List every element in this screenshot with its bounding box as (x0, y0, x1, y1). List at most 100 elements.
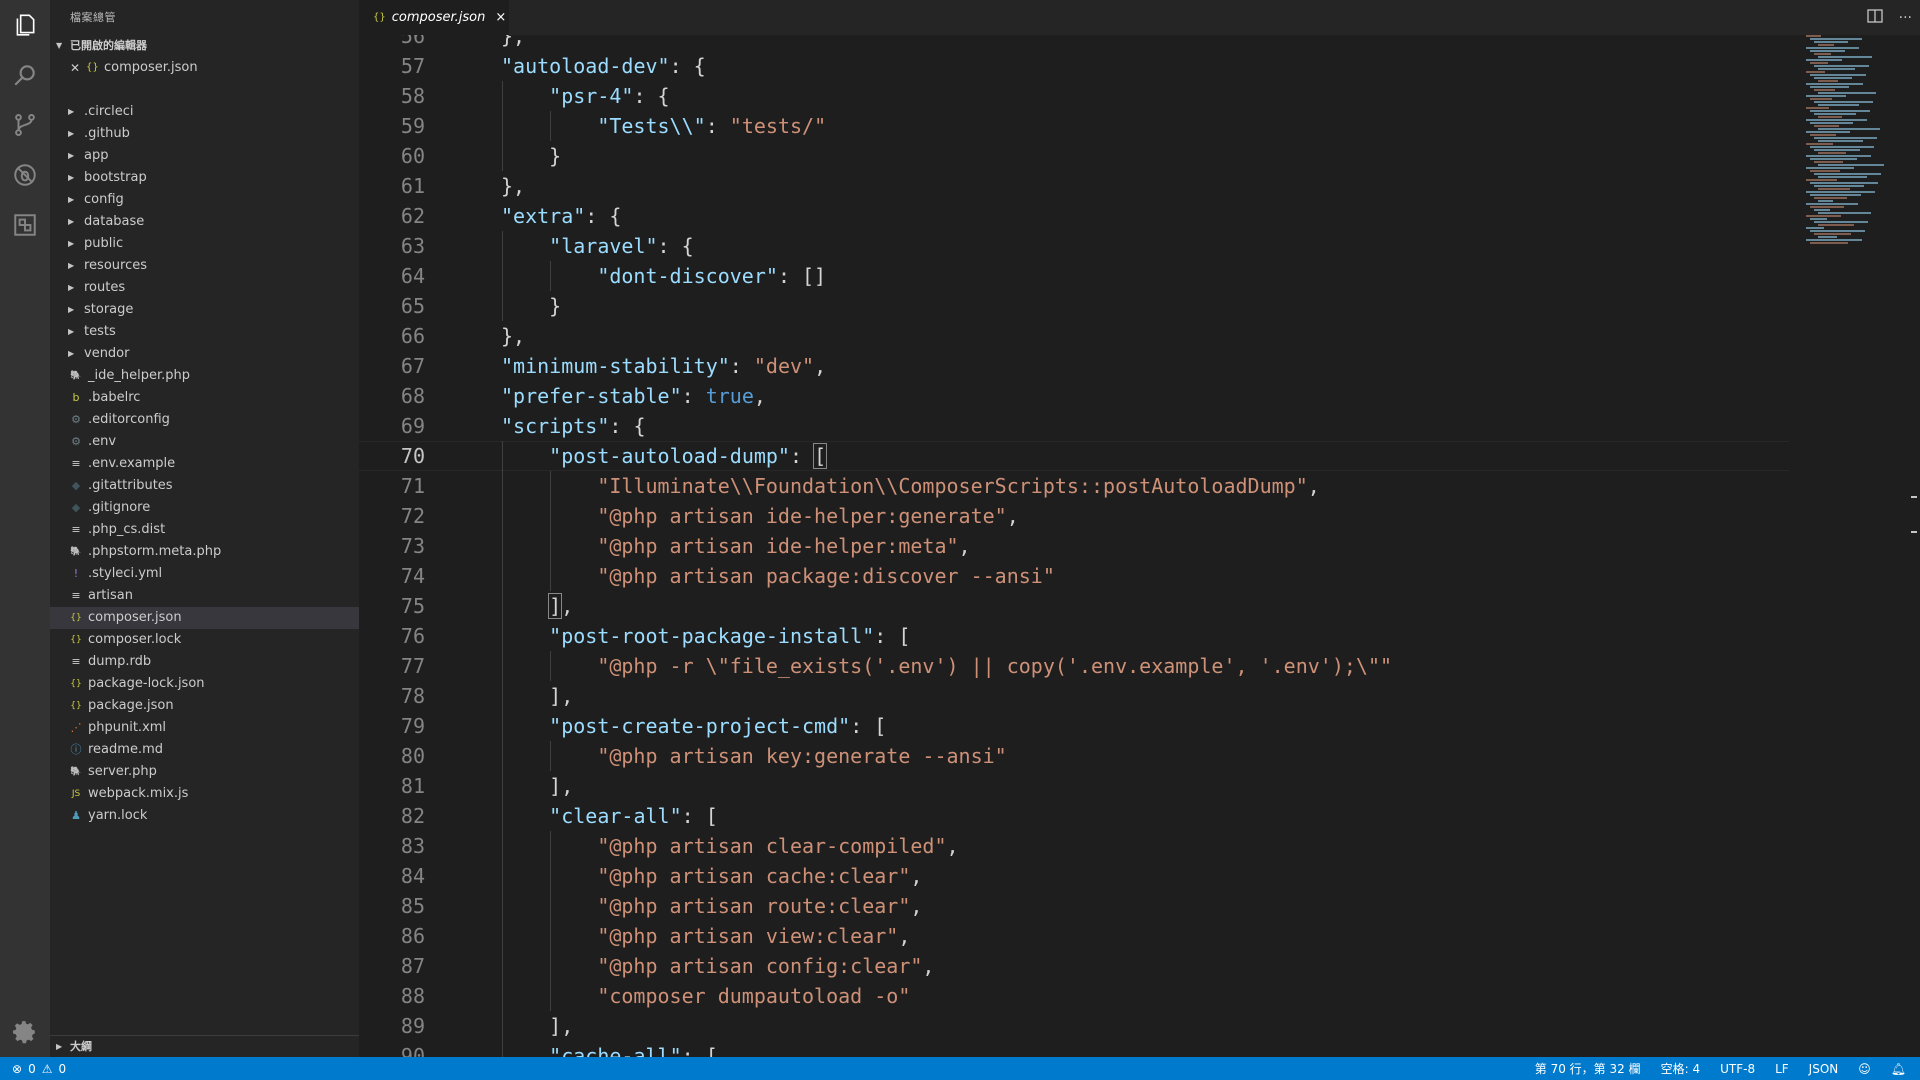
code-line[interactable]: 65} (359, 291, 1789, 321)
outline-header[interactable]: ▶ 大綱 (50, 1035, 359, 1057)
code-line[interactable]: 69 "scripts": { (359, 411, 1789, 441)
indentation[interactable]: 空格: 4 (1661, 1060, 1701, 1077)
code-line[interactable]: 89], (359, 1011, 1789, 1041)
code-line[interactable]: 64 "dont-discover": [] (359, 261, 1789, 291)
tab-composer-json[interactable]: {} composer.json × (359, 0, 509, 35)
end-of-line[interactable]: LF (1775, 1062, 1789, 1076)
code-line[interactable]: 72 "@php artisan ide-helper:generate", (359, 501, 1789, 531)
folder-item[interactable]: ▶ resources (50, 255, 359, 277)
code-line[interactable]: 66}, (359, 321, 1789, 351)
language-mode[interactable]: JSON (1809, 1062, 1839, 1076)
file-item[interactable]: ≡ .env.example (50, 453, 359, 475)
code-line[interactable]: 87 "@php artisan config:clear", (359, 951, 1789, 981)
file-item[interactable]: ! .styleci.yml (50, 563, 359, 585)
debug-icon[interactable] (0, 150, 50, 200)
code-line[interactable]: 74 "@php artisan package:discover --ansi" (359, 561, 1789, 591)
code-line[interactable]: 79 "post-create-project-cmd": [ (359, 711, 1789, 741)
file-item[interactable]: ◆ .gitattributes (50, 475, 359, 497)
open-editor-label: composer.json (104, 60, 198, 75)
folder-item[interactable]: ▶ app (50, 145, 359, 167)
open-editors-header[interactable]: ▼ 已開啟的編輯器 (50, 35, 359, 57)
code-line[interactable]: 76 "post-root-package-install": [ (359, 621, 1789, 651)
feedback-smiley-icon[interactable]: ☺ (1858, 1062, 1871, 1076)
more-actions-icon[interactable]: ··· (1899, 10, 1912, 26)
code-line[interactable]: 71 "Illuminate\\Foundation\\ComposerScrip… (359, 471, 1789, 501)
file-item[interactable]: ◆ .gitignore (50, 497, 359, 519)
vertical-scrollbar[interactable] (1906, 35, 1920, 1057)
code-line[interactable]: 60} (359, 141, 1789, 171)
code-line[interactable]: 81], (359, 771, 1789, 801)
encoding[interactable]: UTF-8 (1720, 1062, 1755, 1076)
file-item[interactable]: {} package-lock.json (50, 673, 359, 695)
code-line[interactable]: 85 "@php artisan route:clear", (359, 891, 1789, 921)
open-editor-item[interactable]: ✕ {} composer.json (50, 57, 359, 79)
file-item[interactable]: b .babelrc (50, 387, 359, 409)
folder-item[interactable]: ▶ config (50, 189, 359, 211)
code-line[interactable]: 90 "cache-all": [ (359, 1041, 1789, 1057)
code-line[interactable]: 62 "extra": { (359, 201, 1789, 231)
code-line[interactable]: 80 "@php artisan key:generate --ansi" (359, 741, 1789, 771)
code-line[interactable]: 83 "@php artisan clear-compiled", (359, 831, 1789, 861)
notifications-bell-icon[interactable]: 🔔︎ (1891, 1062, 1906, 1076)
cursor-position[interactable]: 第 70 行，第 32 欄 (1535, 1060, 1641, 1077)
folder-item[interactable]: ▶ vendor (50, 343, 359, 365)
file-item[interactable]: 🐘 server.php (50, 761, 359, 783)
file-item[interactable]: {} composer.lock (50, 629, 359, 651)
code-editor[interactable]: 56}, 57 "autoload-dev": {58 "psr-4": {59 "Te… (359, 35, 1920, 1057)
code-line[interactable]: 77 "@php -r \"file_exists('.env') || copy… (359, 651, 1789, 681)
code-line[interactable]: 58 "psr-4": { (359, 81, 1789, 111)
folder-item[interactable]: ▶ database (50, 211, 359, 233)
code-line[interactable]: 84 "@php artisan cache:clear", (359, 861, 1789, 891)
file-item[interactable]: ≡ dump.rdb (50, 651, 359, 673)
folder-item[interactable]: ▶ storage (50, 299, 359, 321)
settings-gear-icon[interactable] (0, 1007, 50, 1057)
extensions-icon[interactable] (0, 200, 50, 250)
folder-item[interactable]: ▶ .circleci (50, 101, 359, 123)
file-item[interactable]: ♟ yarn.lock (50, 805, 359, 827)
code-line[interactable]: 82 "clear-all": [ (359, 801, 1789, 831)
problems-indicator[interactable]: ⊗ 0 ⚠ 0 (12, 1062, 66, 1076)
code-line[interactable]: 75], (359, 591, 1789, 621)
split-editor-icon[interactable] (1866, 8, 1883, 27)
minimap-line (1814, 101, 1873, 103)
code-line[interactable]: 86 "@php artisan view:clear", (359, 921, 1789, 951)
chevron-right-icon: ▶ (68, 349, 75, 358)
code-line[interactable]: 88 "composer dumpautoload -o" (359, 981, 1789, 1011)
folder-item[interactable]: ▶ public (50, 233, 359, 255)
code-line[interactable]: 56}, (359, 35, 1789, 51)
folder-item[interactable]: ▶ tests (50, 321, 359, 343)
code-line[interactable]: 57 "autoload-dev": { (359, 51, 1789, 81)
xml-icon: ⋰ (70, 721, 82, 734)
minimap-line (1818, 188, 1850, 190)
file-item[interactable]: ≡ .php_cs.dist (50, 519, 359, 541)
minimap[interactable] (1806, 35, 1884, 265)
file-item[interactable]: ⋰ phpunit.xml (50, 717, 359, 739)
line-number: 57 (400, 54, 425, 78)
code-line[interactable]: 68 "prefer-stable": true, (359, 381, 1789, 411)
code-line[interactable]: 63 "laravel": { (359, 231, 1789, 261)
close-icon[interactable]: ✕ (70, 57, 86, 79)
file-item[interactable]: ⚙ .env (50, 431, 359, 453)
file-item[interactable]: ⓘ readme.md (50, 739, 359, 761)
code-line[interactable]: 78], (359, 681, 1789, 711)
file-item[interactable]: JS webpack.mix.js (50, 783, 359, 805)
source-control-icon[interactable] (0, 100, 50, 150)
file-item[interactable]: ≡ artisan (50, 585, 359, 607)
code-line[interactable]: 67 "minimum-stability": "dev", (359, 351, 1789, 381)
folder-item[interactable]: ▶ bootstrap (50, 167, 359, 189)
folder-item[interactable]: ▶ routes (50, 277, 359, 299)
code-lines[interactable]: 56}, 57 "autoload-dev": {58 "psr-4": {59 "Te… (359, 35, 1789, 1057)
file-item[interactable]: ⚙ .editorconfig (50, 409, 359, 431)
explorer-icon[interactable] (0, 0, 50, 50)
code-line[interactable]: 70 "post-autoload-dump": [ (359, 441, 1789, 471)
file-item[interactable]: {} package.json (50, 695, 359, 717)
file-item[interactable]: 🐘 .phpstorm.meta.php (50, 541, 359, 563)
close-icon[interactable]: × (495, 10, 506, 25)
file-item[interactable]: 🐘 _ide_helper.php (50, 365, 359, 387)
code-line[interactable]: 73 "@php artisan ide-helper:meta", (359, 531, 1789, 561)
code-line[interactable]: 61}, (359, 171, 1789, 201)
file-item[interactable]: {} composer.json (50, 607, 359, 629)
folder-item[interactable]: ▶ .github (50, 123, 359, 145)
search-icon[interactable] (0, 50, 50, 100)
code-line[interactable]: 59 "Tests\\": "tests/" (359, 111, 1789, 141)
